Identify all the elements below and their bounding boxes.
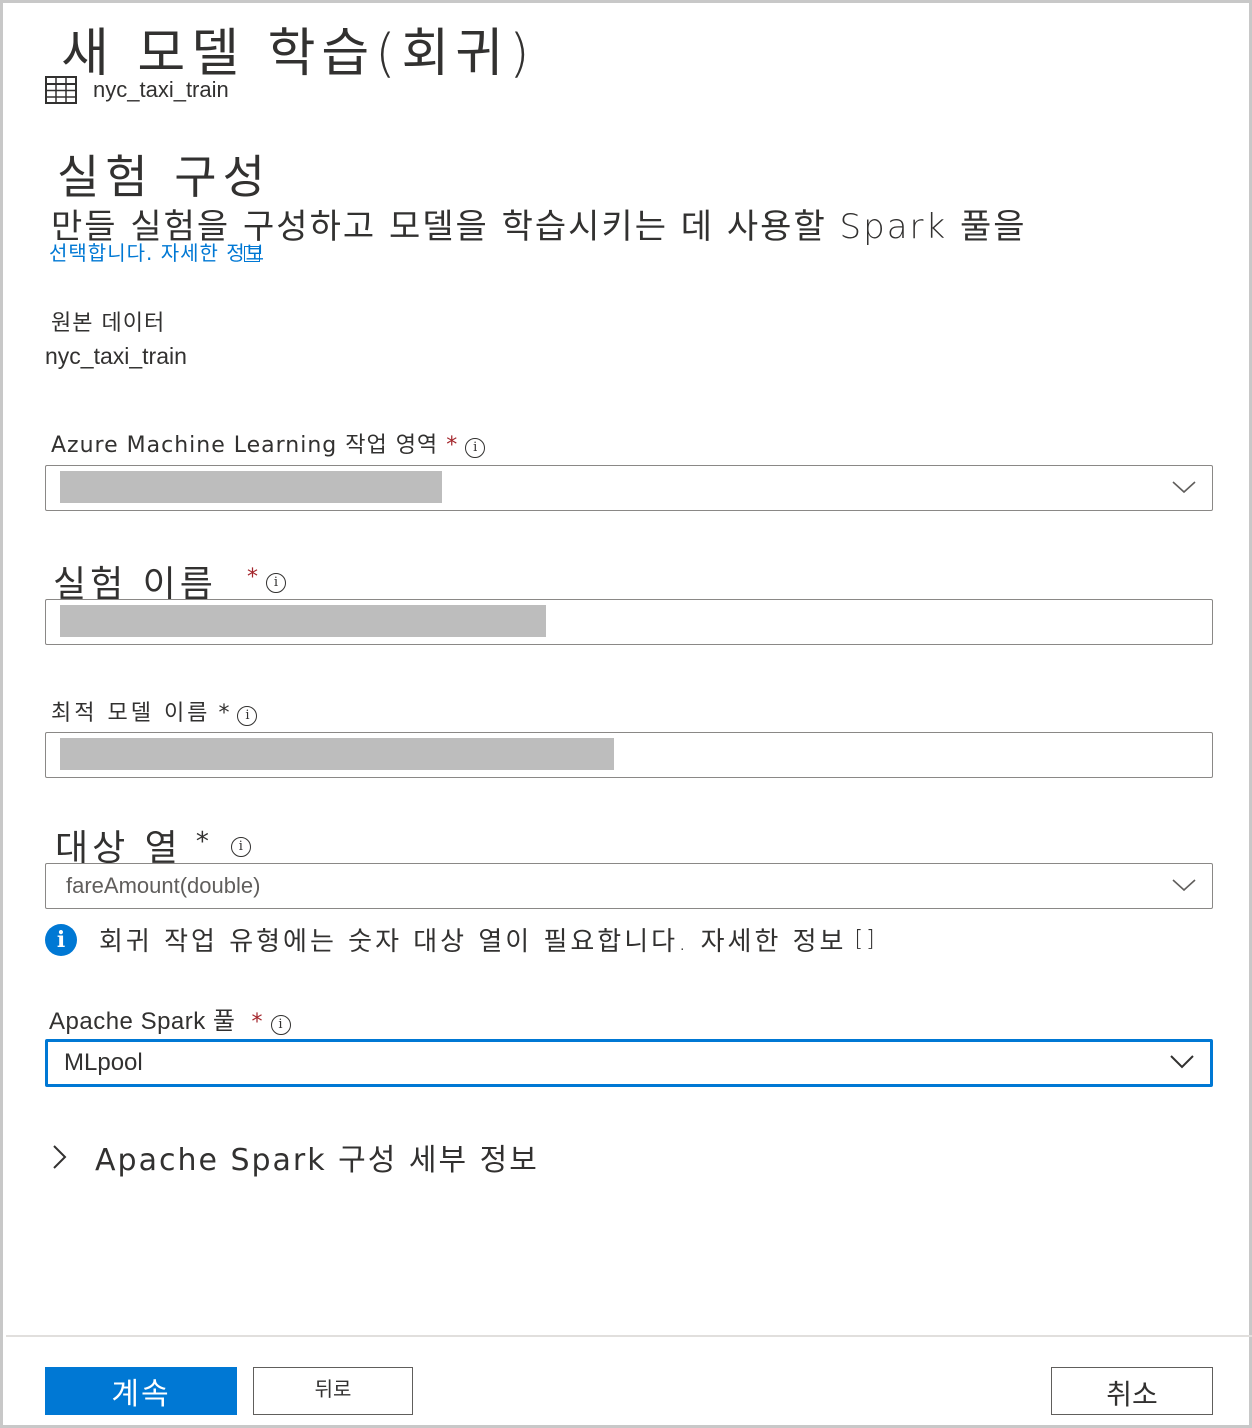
experiment-name-input[interactable] [45, 599, 1213, 645]
chevron-right-icon [53, 1145, 67, 1169]
workspace-label-row: Azure Machine Learning 작업 영역 * i [51, 427, 486, 459]
info-message-link[interactable]: [] [854, 927, 877, 952]
required-marker: * [246, 565, 258, 590]
target-column-value: fareAmount(double) [66, 873, 261, 898]
continue-button[interactable]: 계속 [45, 1367, 237, 1415]
chevron-down-icon [1172, 481, 1196, 494]
chevron-down-icon [1172, 879, 1196, 892]
cancel-button[interactable]: 취소 [1051, 1367, 1213, 1415]
dataset-indicator: nyc_taxi_train [45, 75, 229, 105]
required-marker: * [251, 1010, 263, 1035]
redacted-value [60, 471, 442, 503]
spark-pool-label-row: Apache Spark 풀 * i [49, 1001, 291, 1036]
description-continuation: 선택합니다. [49, 241, 154, 265]
table-icon [45, 76, 77, 104]
spark-pool-label: Apache Spark 풀 [49, 1008, 236, 1035]
required-marker: * [218, 701, 230, 726]
redacted-value [60, 605, 546, 637]
info-filled-icon: i [45, 923, 77, 956]
dataset-name: nyc_taxi_train [93, 77, 229, 102]
best-model-name-label-row: 최적 모델 이름 * i [51, 695, 258, 727]
required-marker: * [195, 827, 209, 857]
spark-config-expander[interactable]: Apache Spark 구성 세부 정보 [49, 1135, 539, 1179]
best-model-name-label: 최적 모델 이름 [51, 701, 211, 726]
info-icon[interactable]: i [265, 573, 286, 593]
spark-pool-dropdown[interactable]: MLpool [45, 1039, 1213, 1087]
info-icon[interactable]: i [230, 837, 251, 857]
info-message-text: 회귀 작업 유형에는 숫자 대상 열이 필요합니다. 자세한 정보 [99, 927, 847, 957]
learn-more-row: 선택합니다. 자세한 정보 [49, 237, 264, 266]
info-message-bar: i 회귀 작업 유형에는 숫자 대상 열이 필요합니다. 자세한 정보 [] [45, 921, 878, 958]
spark-pool-value: MLpool [64, 1049, 143, 1076]
section-title: 실험 구성 [57, 150, 271, 204]
source-data-label: 원본 데이터 [51, 311, 166, 336]
source-data-value: nyc_taxi_train [45, 343, 187, 369]
chevron-down-icon [1170, 1055, 1194, 1069]
best-model-name-input[interactable] [45, 732, 1213, 778]
workspace-dropdown[interactable] [45, 465, 1213, 511]
back-button[interactable]: 뒤로 [253, 1367, 413, 1415]
footer-divider [6, 1335, 1252, 1337]
dialog-panel: 새 모델 학습(회귀) nyc_taxi_train 실험 구성 만들 실험을 … [0, 0, 1252, 1428]
info-icon[interactable]: i [237, 705, 258, 726]
info-icon[interactable]: i [465, 437, 486, 458]
external-link-icon [244, 246, 261, 262]
redacted-value [60, 738, 614, 770]
spark-config-label: Apache Spark 구성 세부 정보 [95, 1143, 539, 1178]
info-icon[interactable]: i [270, 1014, 291, 1035]
workspace-label: Azure Machine Learning 작업 영역 [51, 433, 439, 458]
required-marker: * [446, 433, 458, 458]
target-column-dropdown[interactable]: fareAmount(double) [45, 863, 1213, 909]
